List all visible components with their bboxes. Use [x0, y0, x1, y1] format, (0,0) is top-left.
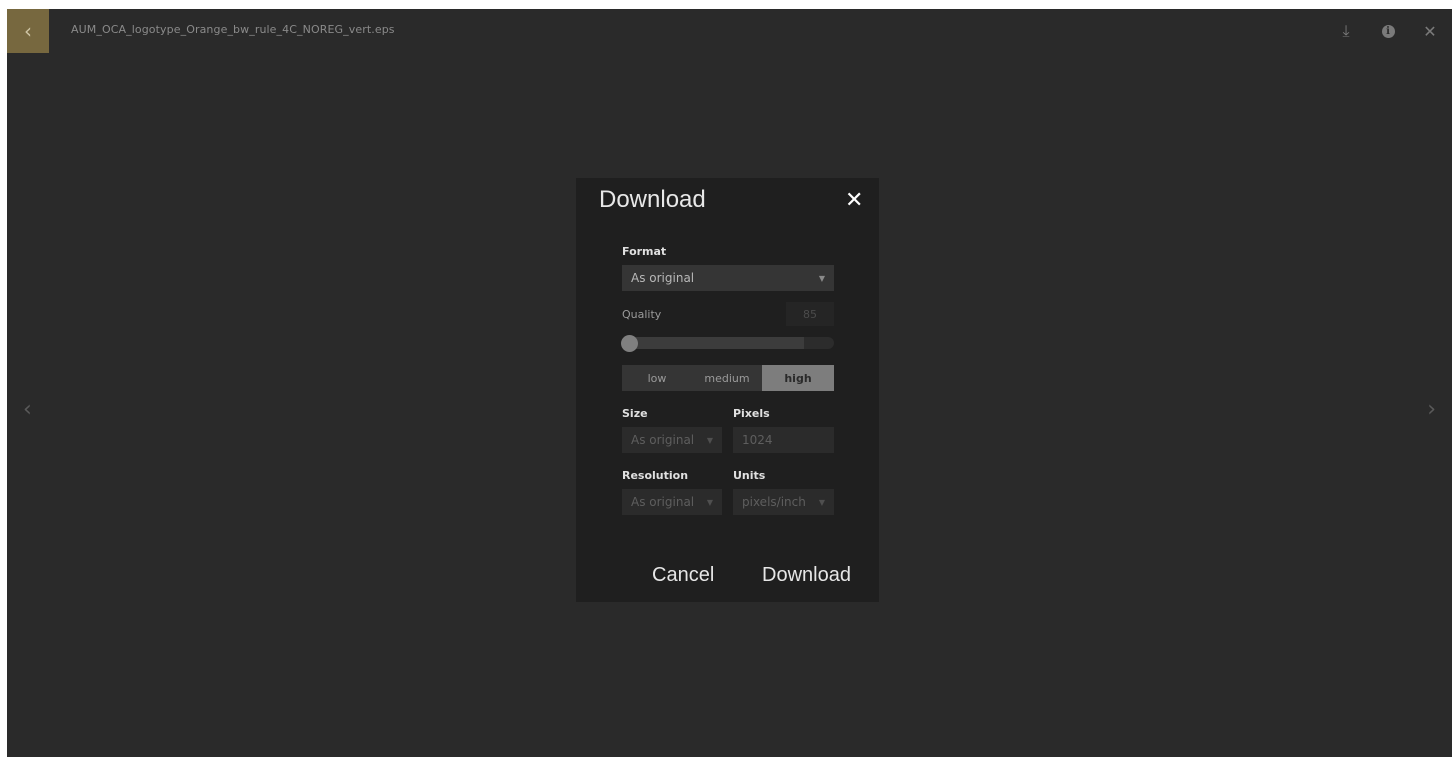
- quality-low-button[interactable]: low: [622, 365, 692, 391]
- dialog-close-icon[interactable]: ✕: [845, 188, 863, 213]
- quality-slider-fill: [622, 337, 805, 349]
- cancel-button[interactable]: Cancel: [652, 564, 714, 587]
- quality-label: Quality: [622, 308, 662, 321]
- pixels-input[interactable]: 1024: [733, 427, 834, 453]
- caret-down-icon: ▼: [706, 497, 713, 507]
- download-icon[interactable]: ⤓: [1336, 21, 1356, 41]
- units-label: Units: [733, 469, 766, 482]
- format-label: Format: [622, 245, 667, 258]
- previous-image-button[interactable]: ‹: [23, 397, 32, 422]
- top-toolbar: ⤓ i ✕: [1336, 21, 1440, 41]
- image-viewer: ‹ AUM_OCA_logotype_Orange_bw_rule_4C_NOR…: [7, 9, 1452, 757]
- back-button[interactable]: ‹: [7, 9, 49, 53]
- chevron-left-icon: ‹: [24, 19, 32, 43]
- size-value: As original: [631, 433, 695, 447]
- size-label: Size: [622, 407, 648, 420]
- size-select[interactable]: As original ▼: [622, 427, 722, 453]
- pixels-label: Pixels: [733, 407, 770, 420]
- format-value: As original: [631, 271, 695, 285]
- caret-down-icon: ▼: [818, 273, 825, 283]
- units-value: pixels/inch: [742, 495, 806, 509]
- quality-medium-button[interactable]: medium: [692, 365, 762, 391]
- download-dialog: Download ✕ Format As original ▼ Quality …: [576, 178, 879, 602]
- dialog-title: Download: [599, 186, 706, 213]
- quality-slider-track[interactable]: [622, 337, 834, 349]
- info-icon: i: [1381, 24, 1395, 38]
- quality-input[interactable]: 85: [786, 302, 834, 326]
- format-select[interactable]: As original ▼: [622, 265, 834, 291]
- close-icon[interactable]: ✕: [1420, 21, 1440, 41]
- file-name: AUM_OCA_logotype_Orange_bw_rule_4C_NOREG…: [71, 23, 395, 36]
- quality-high-button[interactable]: high: [762, 365, 834, 391]
- resolution-select[interactable]: As original ▼: [622, 489, 722, 515]
- download-button[interactable]: Download: [762, 564, 851, 587]
- next-image-button[interactable]: ›: [1427, 397, 1436, 422]
- caret-down-icon: ▼: [706, 435, 713, 445]
- units-select[interactable]: pixels/inch ▼: [733, 489, 834, 515]
- resolution-value: As original: [631, 495, 695, 509]
- info-button[interactable]: i: [1378, 21, 1398, 41]
- resolution-label: Resolution: [622, 469, 689, 482]
- quality-slider-handle[interactable]: [621, 335, 638, 352]
- quality-presets: low medium high: [622, 365, 834, 391]
- caret-down-icon: ▼: [818, 497, 825, 507]
